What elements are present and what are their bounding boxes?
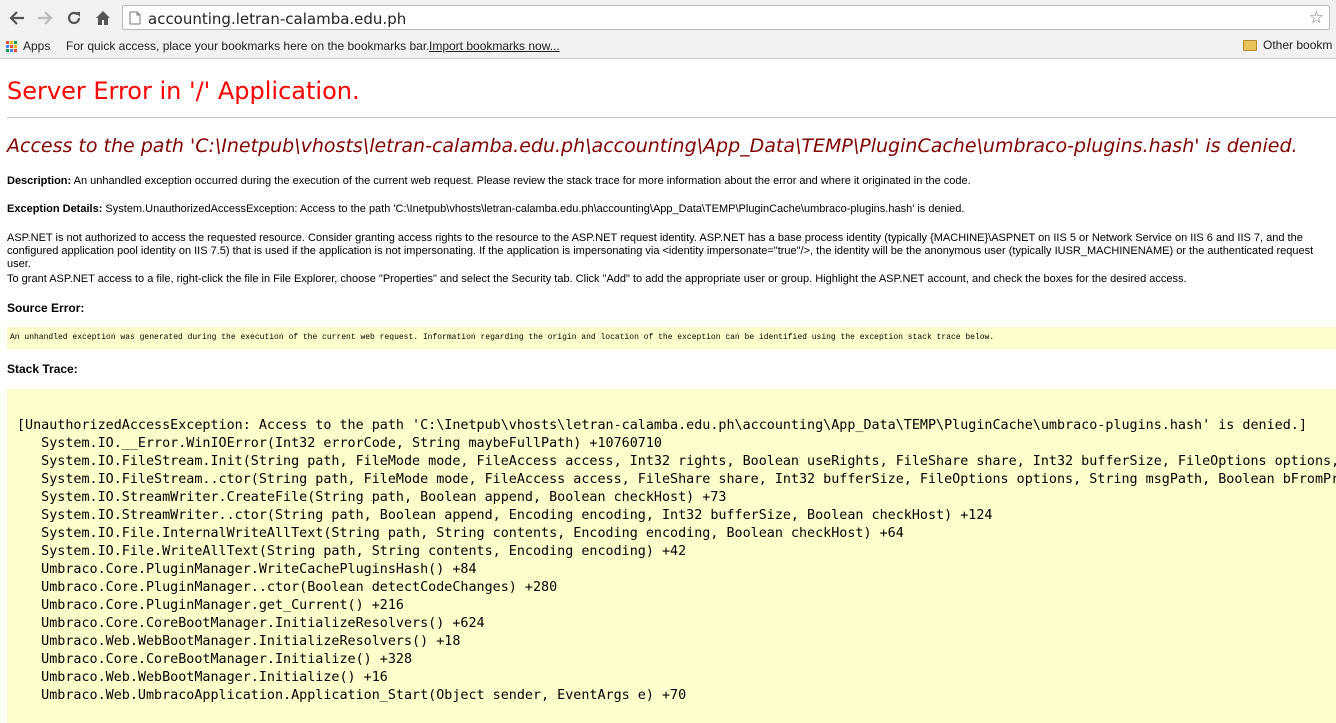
stack-trace-line: System.IO.File.WriteAllText(String path,… [17,544,687,559]
forward-button[interactable] [33,6,57,30]
stack-trace-box: [UnauthorizedAccessException: Access to … [7,389,1336,723]
description-text: An unhandled exception occurred during t… [73,175,971,187]
back-arrow-icon [9,11,24,25]
stack-trace-line: System.IO.StreamWriter.CreateFile(String… [17,490,727,505]
forward-arrow-icon [38,11,53,25]
bookmark-star-icon[interactable]: ☆ [1309,8,1324,28]
description-label: Description: [7,175,72,187]
title-divider [7,117,1336,118]
stack-trace-line: Umbraco.Core.CoreBootManager.Initialize(… [17,652,413,667]
stack-trace-line: System.IO.FileStream..ctor(String path, … [17,472,1336,487]
stack-trace-line: Umbraco.Web.WebBootManager.InitializeRes… [17,634,461,649]
reload-button[interactable] [62,6,86,30]
stack-trace-line: Umbraco.Web.UmbracoApplication.Applicati… [17,688,687,703]
stack-trace-line: System.IO.File.InternalWriteAllText(Stri… [17,526,904,541]
stack-trace-line: Umbraco.Core.PluginManager.WriteCachePlu… [17,562,477,577]
stack-trace-line: Umbraco.Web.WebBootManager.Initialize() … [17,670,388,685]
other-bookmarks-label: Other bookm [1263,38,1333,52]
stack-trace-line: Umbraco.Core.PluginManager.get_Current()… [17,598,404,613]
apps-label: Apps [23,39,51,53]
import-bookmarks-link[interactable]: Import bookmarks now... [429,39,560,53]
page-icon [129,11,141,25]
bookmarks-bar: Apps For quick access, place your bookma… [0,36,1336,59]
stack-trace-line: System.IO.__Error.WinIOError(Int32 error… [17,436,662,451]
address-bar[interactable]: accounting.letran-calamba.edu.ph ☆ [122,5,1330,30]
page-title: Server Error in '/' Application. [7,77,360,105]
page-content: Server Error in '/' Application. Access … [0,59,1336,723]
address-url[interactable]: accounting.letran-calamba.edu.ph [148,10,406,28]
source-error-text: An unhandled exception was generated dur… [10,333,995,342]
stack-trace-line: Umbraco.Core.CoreBootManager.InitializeR… [17,616,485,631]
exception-details-label: Exception Details: [7,203,103,215]
source-error-heading: Source Error: [7,301,85,315]
stack-trace-line: [UnauthorizedAccessException: Access to … [17,418,1307,433]
aspnet-paragraph: ASP.NET is not authorized to access the … [7,232,1314,270]
description-line: Description: An unhandled exception occu… [7,175,971,187]
reload-icon [67,11,81,25]
bookmarks-hint: For quick access, place your bookmarks h… [66,39,430,53]
grant-paragraph: To grant ASP.NET access to a file, right… [7,273,1187,285]
stack-trace-line: System.IO.StreamWriter..ctor(String path… [17,508,993,523]
exception-details-text: System.UnauthorizedAccessException: Acce… [105,203,965,215]
back-button[interactable] [5,6,29,30]
error-message: Access to the path 'C:\Inetpub\vhosts\le… [7,135,1298,157]
source-error-box: An unhandled exception was generated dur… [7,327,1336,349]
stack-trace-heading: Stack Trace: [7,362,78,376]
exception-details-line: Exception Details: System.UnauthorizedAc… [7,203,964,215]
stack-trace-line: System.IO.FileStream.Init(String path, F… [17,454,1336,469]
browser-toolbar: accounting.letran-calamba.edu.ph ☆ [0,0,1336,36]
folder-icon [1243,39,1257,51]
stack-trace-line: Umbraco.Core.PluginManager..ctor(Boolean… [17,580,558,595]
other-bookmarks[interactable]: Other bookm [1243,38,1332,52]
home-icon [96,11,110,25]
home-button[interactable] [91,6,115,30]
apps-shortcut[interactable]: Apps [6,39,50,53]
apps-grid-icon [6,40,17,52]
